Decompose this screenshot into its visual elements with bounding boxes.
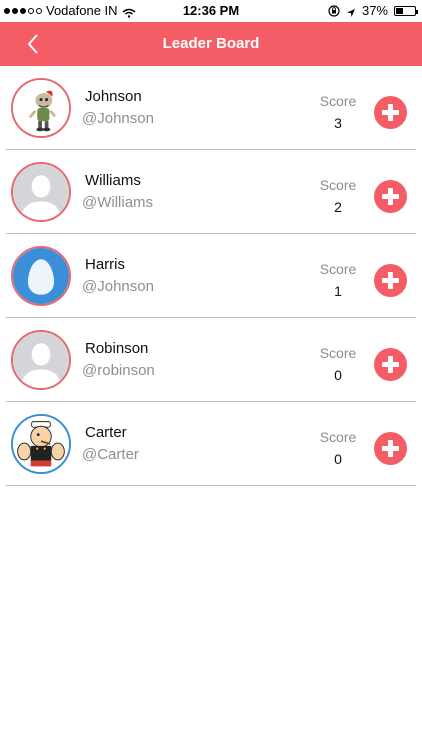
score-label: Score bbox=[319, 93, 357, 109]
popeye-cartoon-icon bbox=[13, 416, 69, 472]
score-label: Score bbox=[319, 429, 357, 445]
player-name: Carter bbox=[85, 424, 127, 441]
add-button[interactable] bbox=[374, 348, 407, 381]
leaderboard-list: Johnson @Johnson Score 3 Williams @Willi… bbox=[0, 66, 422, 486]
add-button[interactable] bbox=[374, 96, 407, 129]
leaderboard-screen: Vodafone IN 12:36 PM 37% Leader Board Jo… bbox=[0, 0, 422, 750]
player-handle: @robinson bbox=[82, 362, 155, 379]
list-item[interactable]: Robinson @robinson Score 0 bbox=[0, 318, 422, 402]
player-name: Williams bbox=[85, 172, 141, 189]
score-label: Score bbox=[319, 345, 357, 361]
add-button[interactable] bbox=[374, 264, 407, 297]
nav-bar: Leader Board bbox=[0, 22, 422, 66]
avatar bbox=[11, 246, 71, 306]
list-item[interactable]: Harris @Johnson Score 1 bbox=[0, 234, 422, 318]
player-handle: @Carter bbox=[82, 446, 139, 463]
player-handle: @Johnson bbox=[82, 110, 154, 127]
player-name: Johnson bbox=[85, 88, 142, 105]
score-value: 2 bbox=[334, 199, 342, 215]
score-label: Score bbox=[319, 177, 357, 193]
score-value: 0 bbox=[334, 451, 342, 467]
list-item[interactable]: Johnson @Johnson Score 3 bbox=[0, 66, 422, 150]
avatar bbox=[11, 330, 71, 390]
page-title: Leader Board bbox=[162, 35, 260, 52]
user-silhouette-icon bbox=[13, 164, 69, 220]
battery-percent: 37% bbox=[361, 3, 388, 18]
score-value: 1 bbox=[334, 283, 342, 299]
user-silhouette-icon bbox=[13, 332, 69, 388]
battery-icon bbox=[394, 5, 418, 16]
add-button[interactable] bbox=[374, 432, 407, 465]
egg-icon bbox=[13, 248, 69, 304]
list-item[interactable]: Williams @Williams Score 2 bbox=[0, 150, 422, 234]
avatar bbox=[11, 162, 71, 222]
score-value: 0 bbox=[334, 367, 342, 383]
avatar bbox=[11, 78, 71, 138]
player-handle: @Johnson bbox=[82, 278, 154, 295]
score-value: 3 bbox=[334, 115, 342, 131]
add-button[interactable] bbox=[374, 180, 407, 213]
player-name: Robinson bbox=[85, 340, 149, 357]
avatar bbox=[11, 414, 71, 474]
score-label: Score bbox=[319, 261, 357, 277]
status-bar: Vodafone IN 12:36 PM 37% bbox=[0, 0, 422, 22]
list-item[interactable]: Carter @Carter Score 0 bbox=[0, 402, 422, 486]
status-right-group: 37% bbox=[328, 3, 418, 18]
cartoon-character-icon bbox=[13, 80, 69, 136]
location-arrow-icon bbox=[346, 6, 356, 17]
player-handle: @Williams bbox=[82, 194, 154, 211]
row-divider bbox=[6, 485, 416, 486]
orientation-lock-icon bbox=[328, 4, 340, 17]
player-name: Harris bbox=[85, 256, 125, 273]
